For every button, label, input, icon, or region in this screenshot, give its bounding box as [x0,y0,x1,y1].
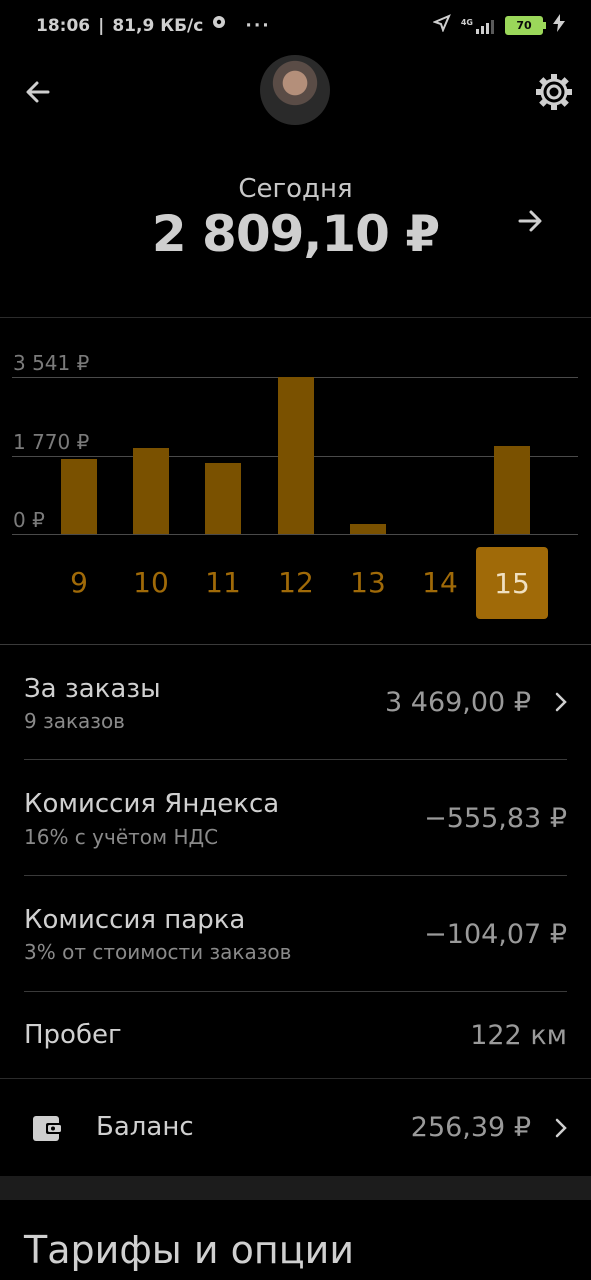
day-tab-12[interactable]: 12 [266,566,326,599]
location-pin-icon [211,15,227,36]
day-tab-13[interactable]: 13 [338,566,398,599]
navigation-arrow-icon [432,14,451,37]
today-amount: 2 809,10 ₽ [151,205,440,263]
details-button[interactable] [512,203,548,239]
back-button[interactable] [18,72,58,112]
chart-bar-13[interactable] [350,524,386,534]
section-title: Тарифы и опции [24,1228,355,1272]
network-speed: 81,9 КБ/с [112,15,204,36]
day-tab-10[interactable]: 10 [121,566,181,599]
chart-bar-10[interactable] [133,448,169,534]
gear-icon [536,74,572,110]
row-subtitle: 16% с учётом НДС [24,825,219,849]
row-title: За заказы [24,674,161,704]
row-value: 122 км [470,1020,567,1051]
row-divider [24,759,567,760]
more-dots-icon: ··· [245,15,271,36]
wallet-icon [33,1116,63,1141]
arrow-left-icon [26,81,50,103]
divider [0,1078,591,1079]
row-value: 3 469,00 ₽ [385,687,531,718]
row-title: Комиссия Яндекса [24,789,280,819]
status-time: 18:06 [36,15,91,36]
arrow-right-icon [518,210,542,232]
chart-bar-12[interactable] [278,377,314,534]
divider [0,644,591,645]
row-title: Комиссия парка [24,905,246,935]
row-subtitle: 9 заказов [24,709,125,733]
gridline-base [12,534,578,535]
row-value: −104,07 ₽ [424,919,567,950]
chart-bar-15[interactable] [494,446,530,534]
battery-level: 70 [516,19,532,32]
row-divider [24,991,567,992]
avatar[interactable] [260,55,330,125]
y-tick-label: 0 ₽ [13,508,45,532]
signal-icon: 4G [461,18,495,34]
row-divider [24,875,567,876]
y-tick-label: 1 770 ₽ [13,430,90,454]
day-tab-15[interactable]: 15 [476,547,548,619]
row-title: Пробег [24,1020,122,1050]
balance-value: 256,39 ₽ [410,1112,531,1143]
day-tab-9[interactable]: 9 [49,566,109,599]
today-label: Сегодня [238,174,353,204]
row-value: −555,83 ₽ [424,803,567,834]
section-separator [0,1176,591,1200]
day-tab-14[interactable]: 14 [410,566,470,599]
settings-button[interactable] [532,70,576,114]
battery-icon: 70 [505,16,546,35]
chart-bar-11[interactable] [205,463,241,534]
chart-bar-9[interactable] [61,459,97,534]
chevron-right-icon [555,692,567,712]
day-tab-11[interactable]: 11 [193,566,253,599]
balance-label: Баланс [96,1112,194,1142]
charging-icon [553,14,565,37]
status-bar: 18:06 | 81,9 КБ/с ··· 4G 70 [0,0,591,52]
divider [0,317,591,318]
y-tick-label: 3 541 ₽ [13,351,90,375]
chevron-right-icon [555,1118,567,1138]
network-type: 4G [460,17,473,27]
row-subtitle: 3% от стоимости заказов [24,940,292,964]
